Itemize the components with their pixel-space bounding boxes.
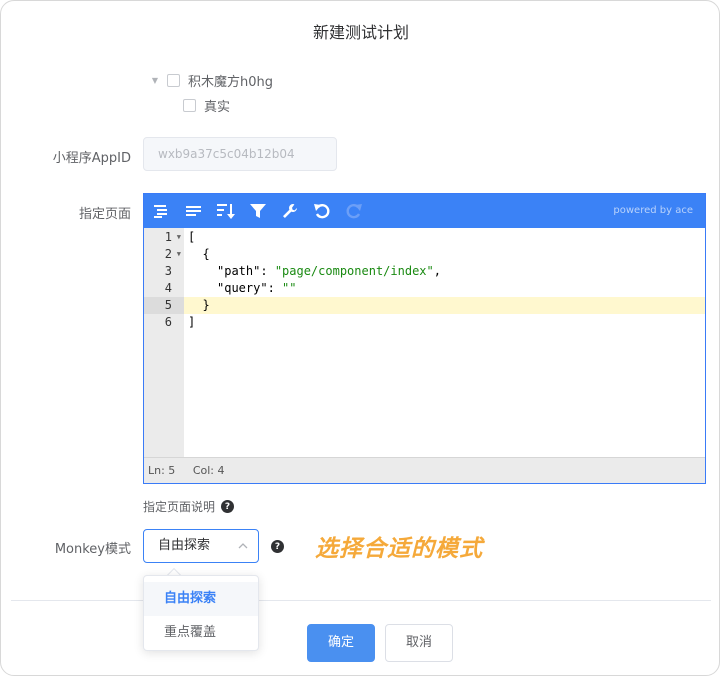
tree-parent-label: 积木魔方h0hg <box>188 75 274 90</box>
appid-label: 小程序AppID <box>52 151 131 166</box>
code-line: { <box>188 247 210 261</box>
tree-child-checkbox[interactable] <box>183 99 196 112</box>
json-editor[interactable]: powered by ace 1 ▼ 2 ▼ 3 4 5 6 [ { "path":… <box>143 193 706 484</box>
code-line: "query": "" <box>217 281 297 295</box>
tree-node-child[interactable]: 真实 <box>183 96 230 115</box>
annotation-text: 选择合适的模式 <box>315 536 483 562</box>
gutter-line: 6 <box>164 315 172 329</box>
confirm-button[interactable]: 确定 <box>307 624 375 662</box>
monkey-mode-value: 自由探索 <box>158 538 211 553</box>
powered-by-label: powered by ace <box>613 205 693 216</box>
cursor-col: Col: 4 <box>192 464 225 477</box>
pages-help-label: 指定页面说明 <box>143 500 216 514</box>
tree-node-parent[interactable]: ▼ 积木魔方h0hg <box>149 71 273 90</box>
undo-icon[interactable] <box>312 201 332 221</box>
code-line-active: } <box>184 297 705 314</box>
format-icon[interactable] <box>152 201 172 221</box>
tree-parent-checkbox[interactable] <box>167 74 180 87</box>
caret-down-icon[interactable]: ▼ <box>149 75 161 87</box>
code-area[interactable]: [ { "path": "page/component/index", "que… <box>184 228 705 457</box>
fold-arrow-icon: ▼ <box>176 233 181 241</box>
dropdown-option-free-explore[interactable]: 自由探索 <box>144 582 258 616</box>
cancel-button[interactable]: 取消 <box>385 624 453 662</box>
filter-icon[interactable] <box>248 201 268 221</box>
gutter-line: 4 <box>164 281 172 295</box>
compact-icon[interactable] <box>184 201 204 221</box>
editor-toolbar: powered by ace <box>144 194 705 228</box>
gutter-line: 2 ▼ <box>164 247 181 261</box>
cursor-line: Ln: 5 <box>148 464 176 477</box>
monkey-mode-dropdown: 自由探索 重点覆盖 <box>143 575 259 651</box>
gutter-line: 1 ▼ <box>164 230 181 244</box>
question-icon[interactable]: ? <box>271 540 284 553</box>
question-icon[interactable]: ? <box>221 500 235 513</box>
wrench-icon[interactable] <box>280 201 300 221</box>
chevron-up-icon <box>238 530 248 562</box>
code-line: "path": "page/component/index", <box>217 264 441 278</box>
code-line: ] <box>188 315 196 329</box>
tree-child-label: 真实 <box>204 100 231 115</box>
redo-icon[interactable] <box>344 201 364 221</box>
sort-icon[interactable] <box>216 201 236 221</box>
editor-body[interactable]: 1 ▼ 2 ▼ 3 4 5 6 [ { "path": "page/componen… <box>144 228 705 457</box>
new-test-plan-dialog: 新建测试计划 ▼ 积木魔方h0hg 真实 小程序AppID wxb9a37c5c… <box>0 0 720 676</box>
appid-input[interactable]: wxb9a37c5c04b12b04 <box>143 137 337 171</box>
monkey-mode-select[interactable]: 自由探索 <box>143 529 259 563</box>
monkey-label: Monkey模式 <box>54 542 131 557</box>
pages-label: 指定页面 <box>78 207 131 222</box>
code-line: [ <box>188 230 196 244</box>
dialog-title: 新建测试计划 <box>312 23 409 42</box>
footer-divider <box>11 600 711 601</box>
dropdown-option-key-coverage[interactable]: 重点覆盖 <box>144 616 258 650</box>
editor-gutter: 1 ▼ 2 ▼ 3 4 5 6 <box>144 228 184 457</box>
gutter-line: 3 <box>164 264 172 278</box>
pages-help: 指定页面说明 ? <box>143 498 235 515</box>
editor-statusbar: Ln: 5 Col: 4 <box>144 457 705 483</box>
gutter-line-active: 5 <box>144 297 184 314</box>
fold-arrow-icon: ▼ <box>176 250 181 258</box>
